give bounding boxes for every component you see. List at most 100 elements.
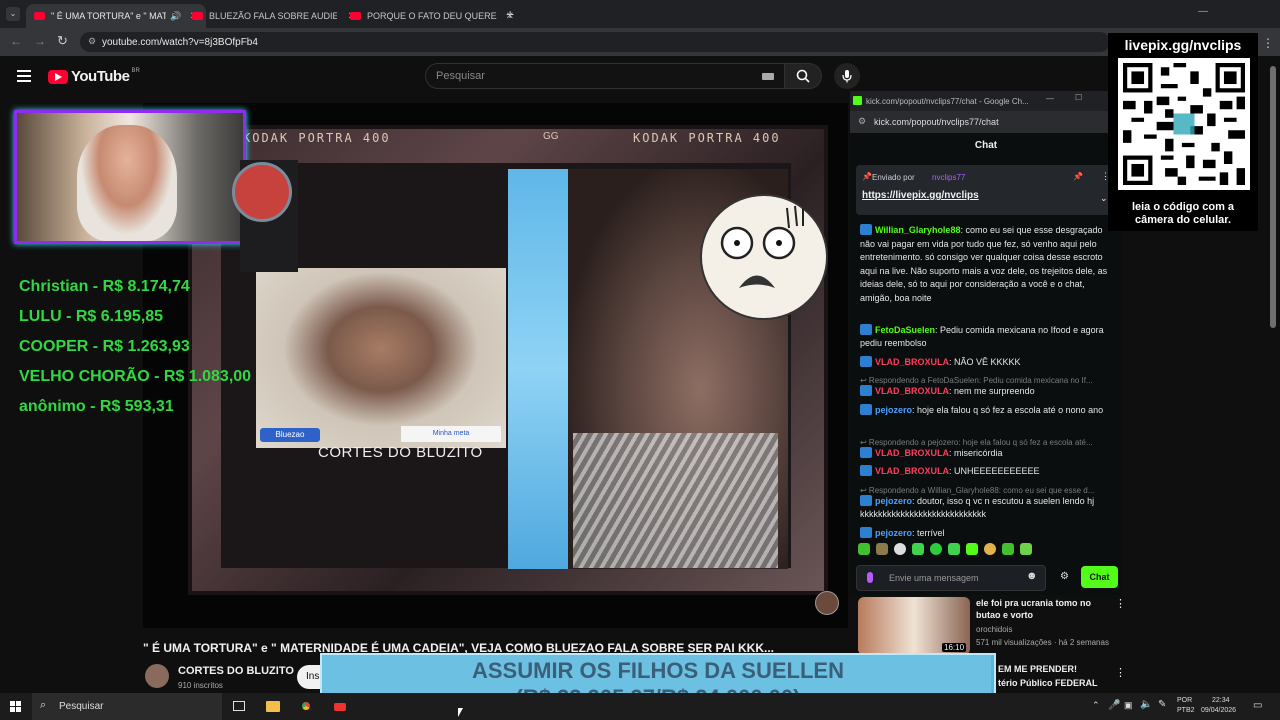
chat-site-info-icon[interactable]: ⚙ (858, 116, 866, 127)
chat-message-input[interactable]: Envie uma mensagem ☻ (856, 565, 1046, 591)
streamer-facecam (14, 110, 246, 244)
qr-code (1118, 58, 1250, 190)
pinned-link[interactable]: https://livepix.gg/nvclips (862, 190, 979, 201)
chat-text: como eu sei que esse desgraçado não vai … (860, 225, 1108, 303)
clock-date[interactable]: 09/04/2026 (1201, 707, 1236, 714)
qr-code-graphic (1123, 63, 1245, 185)
chat-maximize-icon[interactable]: ☐ (1075, 93, 1082, 102)
tab-title: BLUEZÃO FALA SOBRE AUDIEN (209, 11, 337, 21)
forward-icon[interactable]: → (34, 34, 46, 48)
tab-3[interactable]: PORQUE O FATO DEU QUERER ✕ (342, 4, 522, 28)
youtube-favicon-icon (350, 12, 361, 20)
tab-2[interactable]: BLUEZÃO FALA SOBRE AUDIEN ✕ (184, 4, 364, 28)
qr-url: livepix.gg/nvclips (1124, 37, 1242, 53)
search-icon: ⌕ (40, 699, 47, 711)
subscriber-badge-icon (860, 403, 872, 415)
chrome-icon[interactable] (298, 698, 314, 714)
file-explorer-icon[interactable] (266, 701, 280, 712)
recommended-video-2[interactable]: EM ME PRENDER! tério Público FEDERAL ⋮ (994, 664, 1134, 692)
emoji-icon[interactable]: ☻ (1026, 570, 1038, 582)
chat-message: VLAD_BROXULA: UNHEEEEEEEEEEE (860, 465, 1112, 479)
tray-network-icon[interactable]: ▣ (1124, 700, 1133, 711)
recommended-menu-icon[interactable]: ⋮ (1115, 597, 1126, 610)
site-info-icon[interactable]: ⚙ (88, 36, 96, 47)
tab-1[interactable]: " É UMA TORTURA" e " MATE 🔊 ✕ (26, 4, 206, 28)
channel-name[interactable]: CORTES DO BLUZITO (178, 665, 294, 677)
tab-title: " É UMA TORTURA" e " MATE (51, 11, 166, 21)
microphone-icon (842, 70, 852, 83)
film-stamp-left: KODAK PORTRA 400 (243, 131, 391, 145)
donor-ranking-4: VELHO CHORÃO - R$ 1.083,00 (19, 368, 252, 385)
emote-icon[interactable] (1020, 543, 1032, 555)
chat-username[interactable]: VLAD_BROXULA (875, 448, 949, 458)
task-view-icon[interactable] (233, 701, 245, 711)
pinned-expand-icon[interactable]: ⌄ (1100, 193, 1108, 204)
channel-avatar[interactable] (145, 664, 169, 688)
unpin-icon[interactable]: 📌 (1073, 172, 1083, 181)
subscriber-badge-icon (860, 355, 872, 367)
recommended-video-1[interactable]: 16:10 ele foi pra ucrania tomo no butao … (858, 597, 1128, 655)
page-scrollbar[interactable] (1270, 66, 1276, 328)
tray-mic-icon[interactable]: 🎤 (1108, 700, 1120, 711)
clock-time[interactable]: 22:34 (1212, 697, 1230, 704)
minimize-window-icon[interactable]: — (1198, 6, 1208, 17)
reload-icon[interactable]: ↻ (57, 33, 68, 49)
emote-icon[interactable] (966, 543, 978, 555)
emote-icon[interactable] (876, 543, 888, 555)
chat-settings-icon[interactable]: ⚙ (1060, 571, 1069, 582)
youtube-logo[interactable]: YouTube BR (48, 68, 140, 85)
chat-username[interactable]: Willian_Glaryhole88 (875, 225, 960, 235)
voice-search-button[interactable] (834, 63, 860, 89)
back-icon[interactable]: ← (10, 34, 22, 48)
chat-message: pejozero: hoje ela falou q só fez a esco… (860, 403, 1112, 418)
taskbar-app-icon[interactable] (334, 703, 346, 711)
emote-icon[interactable] (912, 543, 924, 555)
chat-input-placeholder: Envie uma mensagem (889, 573, 979, 583)
address-bar[interactable]: ⚙ youtube.com/watch?v=8j3BOfpFb4 (80, 32, 1110, 52)
chat-username[interactable]: VLAD_BROXULA (875, 357, 949, 367)
inner-badge: Bluezao (260, 428, 320, 442)
donor-ranking-1: Christian - R$ 8.174,74 (19, 278, 190, 295)
search-input[interactable]: Pesquisar (425, 63, 785, 89)
emote-icon[interactable] (984, 543, 996, 555)
input-language-2[interactable]: PTB2 (1177, 707, 1195, 714)
emote-icon[interactable] (858, 543, 870, 555)
emote-icon[interactable] (894, 543, 906, 555)
chat-username[interactable]: FetoDaSuelen (875, 325, 935, 335)
tray-chevron-icon[interactable]: ⌃ (1092, 700, 1100, 711)
donor-ranking-2: LULU - R$ 6.195,85 (19, 308, 164, 325)
recommended-menu-icon[interactable]: ⋮ (1115, 666, 1126, 679)
chat-message: VLAD_BROXULA: misericórdia (860, 446, 1112, 461)
notifications-icon[interactable]: ▭ (1253, 700, 1262, 711)
youtube-play-icon (48, 69, 68, 84)
chat-address-bar[interactable]: ⚙ kick.com/popout/nvclips77/chat (850, 111, 1122, 133)
new-tab-icon[interactable]: + (506, 6, 514, 22)
emote-icon[interactable] (1002, 543, 1014, 555)
reply-context: ↩ Respondendo a FetoDaSuelen: Pediu comi… (860, 376, 1093, 385)
input-language-1[interactable]: POR (1177, 697, 1192, 704)
search-button[interactable] (784, 63, 822, 89)
browser-menu-icon[interactable]: ⋮ (1262, 36, 1274, 50)
tray-pen-icon[interactable]: ✎ (1158, 699, 1166, 710)
chat-send-button[interactable]: Chat (1081, 566, 1118, 588)
chat-username[interactable]: pejozero (875, 496, 912, 506)
tray-volume-icon[interactable]: 🔈 (1140, 699, 1152, 710)
chat-username[interactable]: pejozero (875, 405, 912, 415)
chat-username[interactable]: VLAD_BROXULA (875, 386, 949, 396)
chat-username[interactable]: pejozero (875, 528, 912, 538)
pin-icon: 📌 (862, 172, 872, 181)
tab-search-button[interactable]: ⌄ (6, 7, 20, 21)
taskbar-search-placeholder: Pesquisar (59, 701, 104, 712)
emote-icon[interactable] (948, 543, 960, 555)
emote-icon[interactable] (930, 543, 942, 555)
menu-icon[interactable] (17, 70, 31, 82)
mic-icon[interactable] (867, 572, 873, 583)
keyboard-icon[interactable] (762, 73, 774, 80)
video-duration: 16:10 (942, 643, 967, 652)
chat-minimize-icon[interactable]: — (1046, 94, 1054, 103)
windows-start-icon[interactable] (10, 701, 21, 712)
chat-text: hoje ela falou q só fez a escola até o n… (917, 404, 1104, 415)
taskbar-search[interactable]: ⌕ Pesquisar (32, 693, 222, 720)
chat-username[interactable]: VLAD_BROXULA (875, 466, 949, 476)
film-stamp-right: KODAK PORTRA 400 (633, 131, 781, 145)
